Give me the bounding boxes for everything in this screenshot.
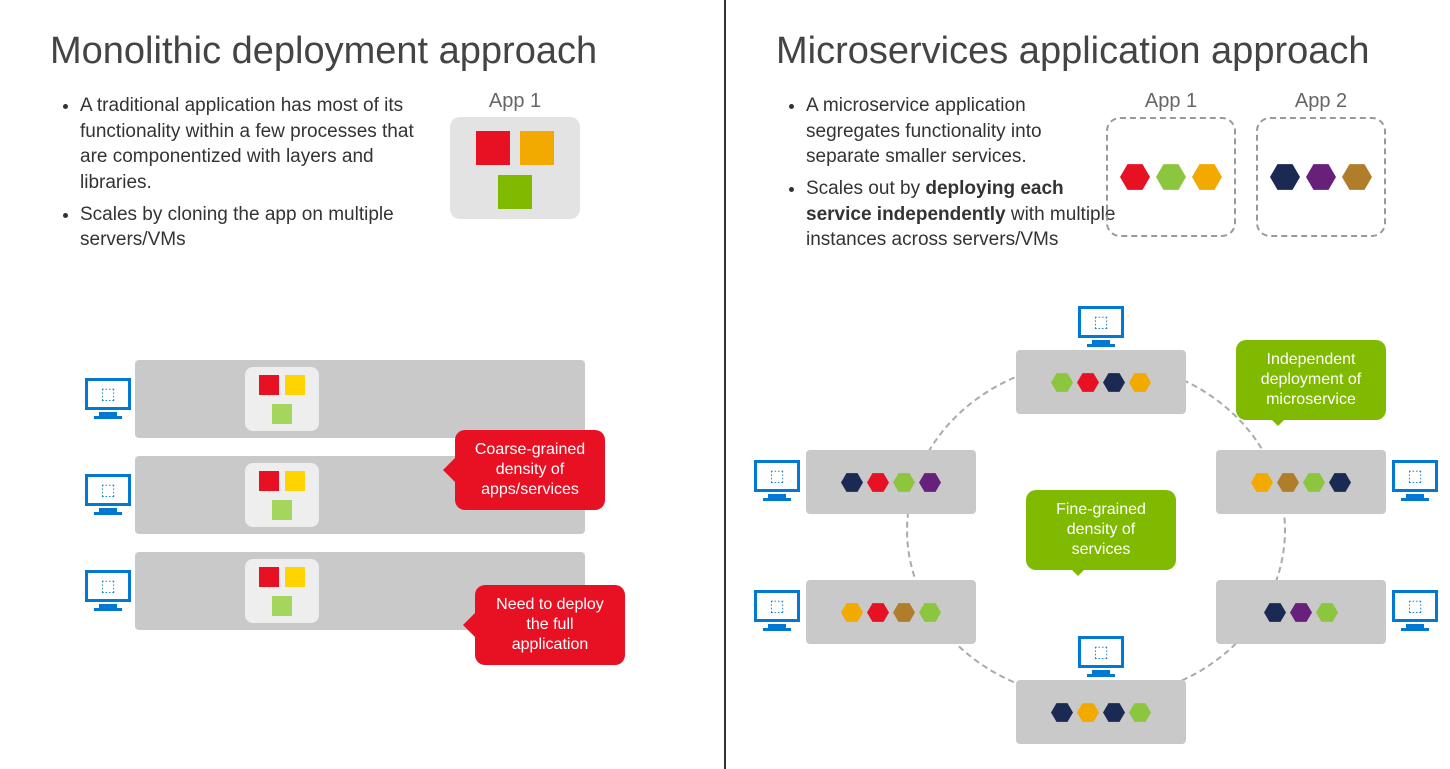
microservices-bullets: A microservice application segregates fu… — [776, 93, 1116, 253]
callout-full-deploy: Need to deploy the full application — [475, 585, 625, 665]
mini-square — [285, 471, 305, 491]
app-box — [1256, 117, 1386, 237]
mini-square — [272, 500, 292, 520]
monolithic-servers: ⬚ ⬚ ⬚ Coarse-grained density of apps/ser… — [135, 360, 585, 648]
bullet: A microservice application segregates fu… — [806, 93, 1116, 170]
hex-orange — [841, 603, 863, 622]
hex-purple — [1290, 603, 1312, 622]
cube-icon: ⬚ — [769, 466, 784, 486]
cluster-node: ⬚ — [1016, 350, 1186, 414]
mini-square — [285, 567, 305, 587]
text: Scales out by — [806, 178, 925, 199]
cube-icon: ⬚ — [100, 576, 115, 596]
cluster-node: ⬚ — [1216, 580, 1386, 644]
cluster-node: ⬚ — [1216, 450, 1386, 514]
hex-red — [1077, 373, 1099, 392]
monitor-icon: ⬚ — [85, 378, 131, 418]
cube-icon: ⬚ — [769, 596, 784, 616]
monitor-icon: ⬚ — [85, 474, 131, 514]
ms-app-1: App 1 — [1106, 90, 1236, 237]
monitor-icon: ⬚ — [1078, 636, 1124, 676]
hex-navy — [1264, 603, 1286, 622]
hex-orange — [1192, 164, 1222, 190]
microservices-column: Microservices application approach A mic… — [726, 0, 1450, 769]
cube-icon: ⬚ — [1407, 466, 1422, 486]
monolithic-column: Monolithic deployment approach A traditi… — [0, 0, 724, 769]
app-label: App 1 — [450, 90, 580, 113]
monolithic-app-tile: App 1 — [450, 90, 580, 219]
component-square-orange — [520, 131, 554, 165]
cluster-node: ⬚ — [806, 450, 976, 514]
hex-purple — [1306, 164, 1336, 190]
mini-square — [285, 375, 305, 395]
cluster-node: ⬚ — [806, 580, 976, 644]
cube-icon: ⬚ — [1093, 312, 1108, 332]
callout-fine-grained: Fine-grained density of services — [1026, 490, 1176, 570]
app-box — [450, 117, 580, 219]
server-row — [135, 360, 585, 438]
hex-green — [1316, 603, 1338, 622]
mini-square — [272, 596, 292, 616]
monitor-icon: ⬚ — [1392, 590, 1438, 630]
cluster-node: ⬚ — [1016, 680, 1186, 744]
mini-square — [259, 471, 279, 491]
hex-brown — [1342, 164, 1372, 190]
ms-app-2: App 2 — [1256, 90, 1386, 237]
app-box — [1106, 117, 1236, 237]
monitor-icon: ⬚ — [754, 460, 800, 500]
hex-navy — [1270, 164, 1300, 190]
cube-icon: ⬚ — [1407, 596, 1422, 616]
monolithic-bullets: A traditional application has most of it… — [50, 93, 430, 253]
mini-square — [259, 567, 279, 587]
callout-coarse-grained: Coarse-grained density of apps/services — [455, 430, 605, 510]
component-square-red — [476, 131, 510, 165]
hex-green — [893, 473, 915, 492]
hex-green — [1051, 373, 1073, 392]
app-label: App 2 — [1256, 90, 1386, 113]
hex-brown — [893, 603, 915, 622]
hex-brown — [1277, 473, 1299, 492]
hex-orange — [1129, 373, 1151, 392]
cube-icon: ⬚ — [1093, 642, 1108, 662]
hex-red — [1120, 164, 1150, 190]
mini-app — [245, 559, 319, 623]
hex-orange — [1077, 703, 1099, 722]
microservices-title: Microservices application approach — [776, 30, 1410, 73]
cube-icon: ⬚ — [100, 384, 115, 404]
mini-square — [272, 404, 292, 424]
hex-red — [867, 473, 889, 492]
monolithic-title: Monolithic deployment approach — [50, 30, 684, 73]
mini-app — [245, 367, 319, 431]
component-square-green — [498, 175, 532, 209]
hex-navy — [1329, 473, 1351, 492]
hex-red — [867, 603, 889, 622]
mini-square — [259, 375, 279, 395]
monitor-icon: ⬚ — [754, 590, 800, 630]
hex-green — [1303, 473, 1325, 492]
hex-green — [1129, 703, 1151, 722]
hex-navy — [1051, 703, 1073, 722]
bullet: A traditional application has most of it… — [80, 93, 430, 196]
hex-navy — [841, 473, 863, 492]
monitor-icon: ⬚ — [1078, 306, 1124, 346]
microservice-cluster: ⬚ ⬚ ⬚ — [756, 320, 1416, 750]
hex-purple — [919, 473, 941, 492]
monitor-icon: ⬚ — [1392, 460, 1438, 500]
hex-navy — [1103, 373, 1125, 392]
monitor-icon: ⬚ — [85, 570, 131, 610]
app-label: App 1 — [1106, 90, 1236, 113]
hex-green — [1156, 164, 1186, 190]
hex-navy — [1103, 703, 1125, 722]
microservice-app-tiles: App 1 App 2 — [1106, 90, 1386, 237]
cube-icon: ⬚ — [100, 480, 115, 500]
callout-independent-deploy: Independent deployment of microservice — [1236, 340, 1386, 420]
mini-app — [245, 463, 319, 527]
bullet: Scales out by deploying each service ind… — [806, 176, 1116, 253]
bullet: Scales by cloning the app on multiple se… — [80, 202, 430, 253]
hex-green — [919, 603, 941, 622]
hex-orange — [1251, 473, 1273, 492]
